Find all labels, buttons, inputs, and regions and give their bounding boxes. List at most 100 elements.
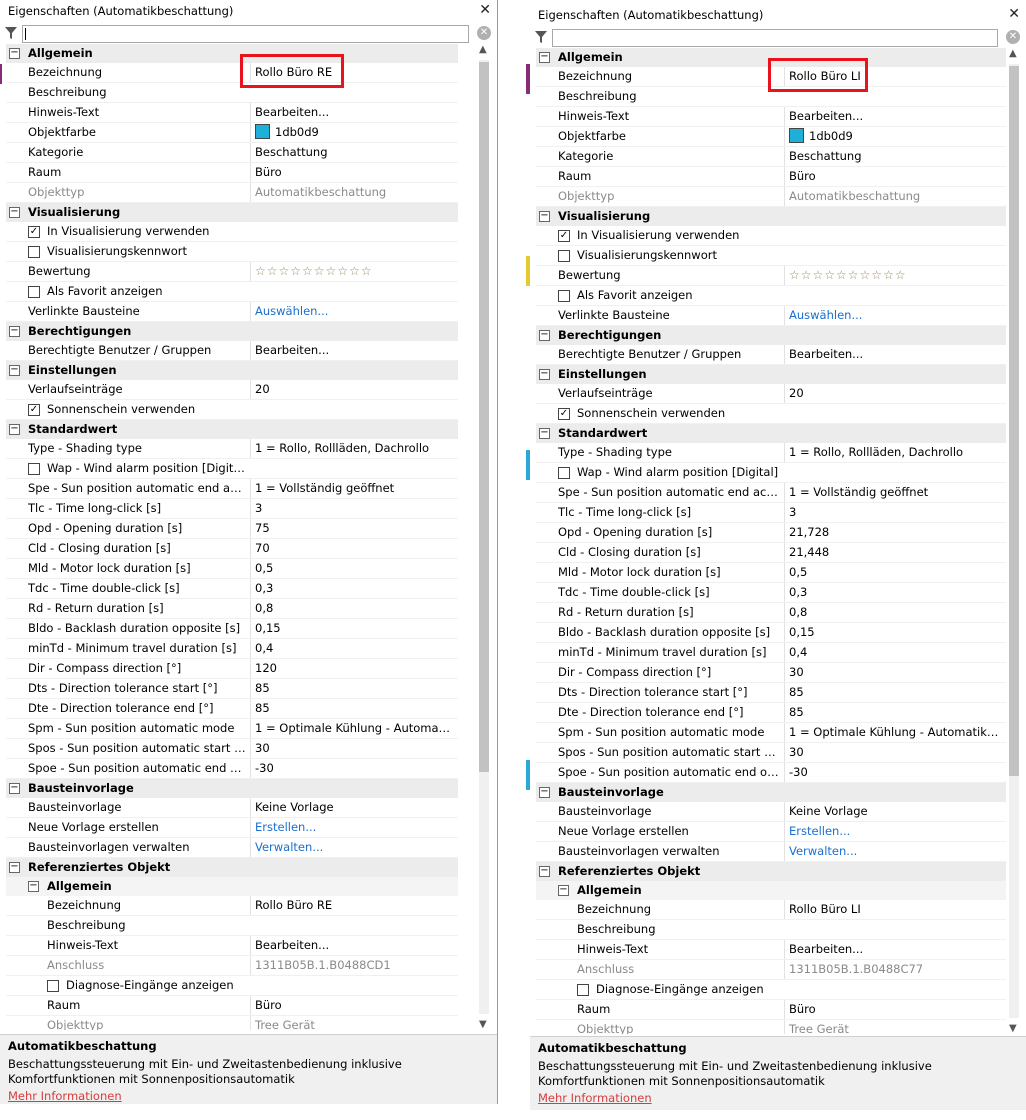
property-row[interactable]: Cld - Closing duration [s] 21,448 bbox=[536, 543, 1006, 563]
property-row[interactable]: Objekttyp Tree Gerät bbox=[536, 1020, 1006, 1034]
category-header[interactable]: − Allgemein bbox=[6, 44, 458, 63]
property-row[interactable]: Verlaufseinträge 20 bbox=[536, 384, 1006, 404]
checkbox-checked[interactable]: ✓ bbox=[558, 408, 570, 420]
checkbox-checked[interactable]: ✓ bbox=[28, 226, 40, 238]
category-header[interactable]: − Referenziertes Objekt bbox=[6, 858, 458, 877]
property-value[interactable]: 1 = Vollständig geöffnet bbox=[784, 483, 1000, 502]
property-value[interactable]: 21,448 bbox=[784, 543, 1000, 562]
property-value[interactable]: 0,4 bbox=[784, 643, 1000, 662]
category-header[interactable]: − Standardwert bbox=[536, 424, 1006, 443]
category-header[interactable]: − Visualisierung bbox=[536, 207, 1006, 226]
property-row[interactable]: Mld - Motor lock duration [s] 0,5 bbox=[6, 559, 458, 579]
checkbox-property-row[interactable]: Diagnose-Eingänge anzeigen bbox=[536, 980, 1006, 1000]
property-value[interactable]: 1311B05B.1.B0488CD1 bbox=[250, 956, 452, 975]
property-value[interactable]: 85 bbox=[250, 679, 452, 698]
property-value[interactable]: Keine Vorlage bbox=[784, 802, 1000, 821]
property-value[interactable]: Bearbeiten... bbox=[250, 103, 452, 122]
property-row[interactable]: Neue Vorlage erstellen Erstellen... bbox=[536, 822, 1006, 842]
checkbox-property-row[interactable]: Visualisierungskennwort bbox=[536, 246, 1006, 266]
property-value[interactable]: Tree Gerät bbox=[250, 1016, 452, 1030]
category-header[interactable]: − Bausteinvorlage bbox=[536, 783, 1006, 802]
property-row[interactable]: Verlaufseinträge 20 bbox=[6, 380, 458, 400]
property-row[interactable]: Mld - Motor lock duration [s] 0,5 bbox=[536, 563, 1006, 583]
vertical-scrollbar[interactable]: ▲ ▼ bbox=[1006, 48, 1022, 1034]
property-row[interactable]: Dte - Direction tolerance end [°] 85 bbox=[536, 703, 1006, 723]
category-header[interactable]: − Einstellungen bbox=[536, 365, 1006, 384]
scroll-up-icon[interactable]: ▲ bbox=[479, 44, 487, 55]
property-value[interactable]: Büro bbox=[784, 167, 1000, 186]
property-value[interactable]: Bearbeiten... bbox=[250, 341, 452, 360]
checkbox-checked[interactable]: ✓ bbox=[28, 404, 40, 416]
property-value[interactable]: 0,15 bbox=[250, 619, 452, 638]
property-value[interactable]: Auswählen... bbox=[250, 302, 452, 321]
property-row[interactable]: Spm - Sun position automatic mode 1 = Opt… bbox=[536, 723, 1006, 743]
property-row[interactable]: Rd - Return duration [s] 0,8 bbox=[536, 603, 1006, 623]
property-value[interactable]: 20 bbox=[250, 380, 452, 399]
property-value[interactable]: 1db0d9 bbox=[784, 127, 1000, 146]
collapse-icon[interactable]: − bbox=[539, 866, 550, 877]
checkbox[interactable] bbox=[558, 467, 570, 479]
collapse-icon[interactable]: − bbox=[558, 885, 569, 896]
property-row[interactable]: Spe - Sun position automatic end action 1… bbox=[536, 483, 1006, 503]
scrollbar-thumb[interactable] bbox=[479, 62, 489, 772]
property-value[interactable]: 30 bbox=[250, 739, 452, 758]
category-header[interactable]: − Referenziertes Objekt bbox=[536, 862, 1006, 881]
property-row[interactable]: Kategorie Beschattung bbox=[6, 143, 458, 163]
property-row[interactable]: Objektfarbe 1db0d9 bbox=[536, 127, 1006, 147]
property-row[interactable]: Tdc - Time double-click [s] 0,3 bbox=[536, 583, 1006, 603]
property-row[interactable]: Berechtigte Benutzer / Gruppen Bearbeiten… bbox=[536, 345, 1006, 365]
property-row[interactable]: Raum Büro bbox=[536, 1000, 1006, 1020]
collapse-icon[interactable]: − bbox=[9, 207, 20, 218]
property-row[interactable]: Objektfarbe 1db0d9 bbox=[6, 123, 458, 143]
property-value[interactable]: Büro bbox=[784, 1000, 1000, 1019]
property-row[interactable]: Bewertung ☆☆☆☆☆☆☆☆☆☆ bbox=[536, 266, 1006, 286]
property-row[interactable]: Anschluss 1311B05B.1.B0488CD1 bbox=[6, 956, 458, 976]
property-row[interactable]: Bldo - Backlash duration opposite [s] 0,1… bbox=[536, 623, 1006, 643]
checkbox-property-row[interactable]: ✓ Sonnenschein verwenden bbox=[6, 400, 458, 420]
property-row[interactable]: Bausteinvorlagen verwalten Verwalten... bbox=[6, 838, 458, 858]
subcategory-header[interactable]: − Allgemein bbox=[536, 881, 1006, 900]
scroll-up-icon[interactable]: ▲ bbox=[1009, 48, 1017, 59]
checkbox[interactable] bbox=[558, 250, 570, 262]
checkbox-checked[interactable]: ✓ bbox=[558, 230, 570, 242]
property-row[interactable]: Tdc - Time double-click [s] 0,3 bbox=[6, 579, 458, 599]
property-value[interactable]: 1311B05B.1.B0488C77 bbox=[784, 960, 1000, 979]
property-value[interactable]: 30 bbox=[784, 743, 1000, 762]
property-row[interactable]: Beschreibung bbox=[536, 920, 1006, 940]
property-value[interactable]: Tree Gerät bbox=[784, 1020, 1000, 1034]
property-row[interactable]: Beschreibung bbox=[6, 916, 458, 936]
scroll-down-icon[interactable]: ▼ bbox=[479, 1019, 487, 1030]
property-value[interactable]: Erstellen... bbox=[250, 818, 452, 837]
property-value[interactable]: 20 bbox=[784, 384, 1000, 403]
property-row[interactable]: Bausteinvorlage Keine Vorlage bbox=[536, 802, 1006, 822]
property-row[interactable]: Raum Büro bbox=[536, 167, 1006, 187]
property-row[interactable]: Type - Shading type 1 = Rollo, Rollläden,… bbox=[6, 439, 458, 459]
property-row[interactable]: Raum Büro bbox=[6, 163, 458, 183]
property-row[interactable]: Hinweis-Text Bearbeiten... bbox=[536, 107, 1006, 127]
property-value[interactable]: 0,3 bbox=[784, 583, 1000, 602]
clear-filter-icon[interactable]: ✕ bbox=[1006, 30, 1020, 44]
collapse-icon[interactable]: − bbox=[9, 326, 20, 337]
property-value[interactable]: 0,3 bbox=[250, 579, 452, 598]
property-row[interactable]: Kategorie Beschattung bbox=[536, 147, 1006, 167]
property-value[interactable]: Verwalten... bbox=[250, 838, 452, 857]
collapse-icon[interactable]: − bbox=[9, 424, 20, 435]
property-row[interactable]: Cld - Closing duration [s] 70 bbox=[6, 539, 458, 559]
property-row[interactable]: Spoe - Sun position automatic end offs..… bbox=[536, 763, 1006, 783]
property-value[interactable]: Auswählen... bbox=[784, 306, 1000, 325]
property-value[interactable]: 1 = Rollo, Rollläden, Dachrollo bbox=[784, 443, 1000, 462]
checkbox-property-row[interactable]: ✓ In Visualisierung verwenden bbox=[536, 226, 1006, 246]
category-header[interactable]: − Berechtigungen bbox=[536, 326, 1006, 345]
property-row[interactable]: Bezeichnung Rollo Büro RE bbox=[6, 896, 458, 916]
vertical-scrollbar[interactable]: ▲ ▼ bbox=[476, 44, 492, 1030]
property-value[interactable]: 1 = Rollo, Rollläden, Dachrollo bbox=[250, 439, 452, 458]
filter-input[interactable] bbox=[552, 29, 998, 47]
property-row[interactable]: Verlinkte Bausteine Auswählen... bbox=[6, 302, 458, 322]
property-value[interactable]: Bearbeiten... bbox=[784, 107, 1000, 126]
property-value[interactable]: 1 = Vollständig geöffnet bbox=[250, 479, 452, 498]
property-row[interactable]: Bausteinvorlage Keine Vorlage bbox=[6, 798, 458, 818]
more-info-link[interactable]: Mehr Informationen bbox=[8, 1089, 489, 1103]
collapse-icon[interactable]: − bbox=[539, 330, 550, 341]
property-row[interactable]: Spm - Sun position automatic mode 1 = Opt… bbox=[6, 719, 458, 739]
property-row[interactable]: Bezeichnung Rollo Büro RE bbox=[6, 63, 458, 83]
